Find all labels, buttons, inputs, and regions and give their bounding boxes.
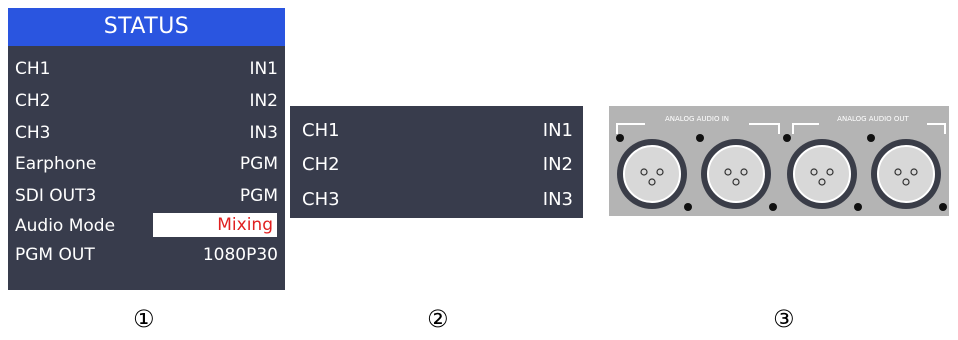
- row-label: Audio Mode: [15, 216, 116, 236]
- figure-label-2: ②: [427, 305, 449, 333]
- status-row-earphone: Earphone PGM: [8, 150, 285, 178]
- row-label: Earphone: [15, 154, 97, 174]
- row-label: CH3: [15, 123, 51, 143]
- row-value: PGM: [239, 186, 278, 206]
- xlr-out-2-icon: [871, 139, 941, 209]
- status-row-ch3: CH3 IN3: [8, 119, 285, 147]
- connector-panel-graphic: ANALOG AUDIO IN ANALOG AUDIO OUT: [609, 106, 949, 216]
- row-value: IN3: [542, 189, 573, 210]
- row-label: SDI OUT3: [15, 186, 97, 206]
- row-label: CH1: [15, 59, 51, 79]
- status-row-ch1: CH1 IN1: [8, 55, 285, 83]
- audio-connector-panel: ANALOG AUDIO IN ANALOG AUDIO OUT: [609, 106, 958, 216]
- row-value: 1080P30: [202, 245, 278, 265]
- figure-label-1: ①: [133, 305, 155, 333]
- audio-mode-value-highlight[interactable]: Mixing: [153, 213, 277, 237]
- xlr-out-1-icon: [787, 139, 857, 209]
- status-row-pgm-out: PGM OUT 1080P30: [8, 241, 285, 269]
- row-value: IN1: [542, 120, 573, 141]
- xlr-in-2-icon: [701, 139, 771, 209]
- analog-audio-in-label: ANALOG AUDIO IN: [665, 115, 729, 123]
- row-value: IN1: [249, 59, 278, 79]
- xlr-in-1-icon: [617, 139, 687, 209]
- row-value: IN3: [249, 123, 278, 143]
- status-title: STATUS: [8, 8, 285, 46]
- status-row-ch2: CH2 IN2: [8, 87, 285, 115]
- status-panel: STATUS CH1 IN1 CH2 IN2 CH3 IN3 Earphone …: [8, 8, 285, 290]
- row-label: CH2: [15, 91, 51, 111]
- row-label: CH3: [302, 189, 340, 210]
- row-value: IN2: [542, 154, 573, 175]
- row-label: CH1: [302, 120, 340, 141]
- channel-panel: CH1 IN1 CH2 IN2 CH3 IN3: [290, 106, 583, 218]
- channel-row-ch3: CH3 IN3: [290, 185, 583, 215]
- row-label: PGM OUT: [15, 245, 95, 265]
- figure-label-3: ③: [773, 305, 795, 333]
- status-row-sdi-out3: SDI OUT3 PGM: [8, 182, 285, 210]
- row-value: IN2: [249, 91, 278, 111]
- channel-row-ch1: CH1 IN1: [290, 116, 583, 146]
- channel-row-ch2: CH2 IN2: [290, 150, 583, 180]
- status-row-audio-mode: Audio Mode Mixing: [8, 212, 285, 240]
- row-label: CH2: [302, 154, 340, 175]
- analog-audio-out-label: ANALOG AUDIO OUT: [837, 115, 909, 123]
- row-value: PGM: [239, 154, 278, 174]
